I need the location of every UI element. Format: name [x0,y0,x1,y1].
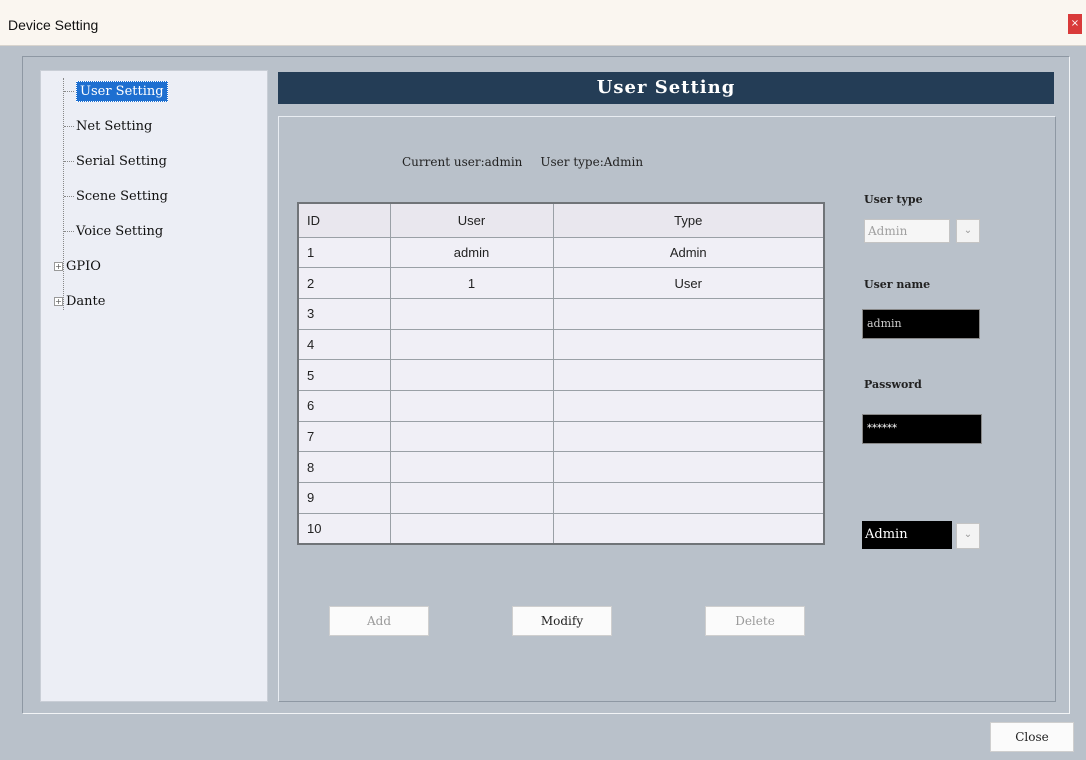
table-row[interactable]: 8 [297,451,825,483]
cell-type [552,328,825,361]
password-label: Password [864,378,922,391]
cell-type [552,451,825,483]
cell-id: 2 [297,267,391,299]
password-field[interactable]: ****** [862,414,982,444]
sidebar-item-label: GPIO [66,259,101,274]
sidebar-item-net-setting[interactable]: Net Setting [64,115,152,139]
cell-user [389,451,554,483]
user-type-label: User type [864,193,923,206]
cell-user [389,512,554,545]
cell-type: User [552,267,825,299]
user-type-select[interactable]: Admin [864,219,950,243]
cell-type [552,297,825,330]
table-row[interactable]: 7 [297,420,825,453]
sidebar-item-voice-setting[interactable]: Voice Setting [64,220,163,244]
table-row[interactable]: 4 [297,328,825,361]
cell-type [552,420,825,453]
column-header-id: ID [297,202,391,238]
sidebar-item-label: User Setting [76,81,168,102]
table-row[interactable]: 5 [297,359,825,391]
cell-user [389,389,554,422]
table-row[interactable]: 1 admin Admin [297,236,825,269]
expand-icon[interactable]: + [54,297,63,306]
cell-user [389,297,554,330]
cell-user: 1 [389,267,554,299]
window-title: Device Setting [8,17,99,33]
user-name-field[interactable]: admin [862,309,980,339]
cell-id: 10 [297,512,391,545]
tree-branch [64,161,74,162]
cell-id: 1 [297,236,391,269]
tree-branch [64,231,74,232]
sidebar-item-dante[interactable]: + Dante [54,290,105,314]
table-row[interactable]: 3 [297,297,825,330]
table-header-row: ID User Type [297,202,825,238]
cell-user: admin [389,236,554,269]
cell-type [552,359,825,391]
sidebar-item-label: Scene Setting [76,189,168,204]
cell-type [552,512,825,545]
type-select[interactable]: Admin [862,521,952,549]
cell-id: 4 [297,328,391,361]
delete-button[interactable]: Delete [705,606,805,636]
tree-branch [64,196,74,197]
cell-id: 6 [297,389,391,422]
table-row[interactable]: 10 [297,512,825,545]
table-row[interactable]: 6 [297,389,825,422]
cell-id: 7 [297,420,391,453]
cell-id: 8 [297,451,391,483]
add-button[interactable]: Add [329,606,429,636]
column-header-user: User [389,202,554,238]
cell-user [389,482,554,514]
sidebar-item-label: Dante [66,294,106,309]
current-user-type-text: User type:Admin [540,155,644,169]
cell-id: 3 [297,297,391,330]
current-user-text: Current user:admin [402,155,523,169]
sidebar-item-user-setting[interactable]: User Setting [64,80,168,104]
sidebar-item-gpio[interactable]: + GPIO [54,255,101,279]
chevron-down-icon[interactable]: ⌄ [956,219,980,243]
cell-type: Admin [552,236,825,269]
users-table: ID User Type 1 admin Admin 2 1 User 3 4 5 6 7 8 9 10 [297,202,825,545]
cell-user [389,359,554,391]
cell-user [389,420,554,453]
user-name-label: User name [864,278,931,291]
close-icon[interactable]: × [1068,14,1082,34]
expand-icon[interactable]: + [54,262,63,271]
cell-user [389,328,554,361]
modify-button[interactable]: Modify [512,606,612,636]
sidebar-item-scene-setting[interactable]: Scene Setting [64,185,168,209]
page-title: User Setting [278,72,1054,104]
sidebar-item-serial-setting[interactable]: Serial Setting [64,150,167,174]
cell-id: 9 [297,482,391,514]
close-button[interactable]: Close [990,722,1074,752]
cell-id: 5 [297,359,391,391]
sidebar-item-label: Voice Setting [76,224,164,239]
title-bar: Device Setting × [0,0,1086,46]
table-row[interactable]: 9 [297,482,825,514]
tree-branch [64,126,74,127]
table-row[interactable]: 2 1 User [297,267,825,299]
cell-type [552,389,825,422]
chevron-down-icon[interactable]: ⌄ [956,523,980,549]
tree-branch [64,91,74,92]
current-user-info: Current user:admin User type:Admin [402,155,643,169]
column-header-type: Type [552,202,825,238]
sidebar-item-label: Net Setting [76,119,153,134]
sidebar-item-label: Serial Setting [76,154,167,169]
cell-type [552,482,825,514]
